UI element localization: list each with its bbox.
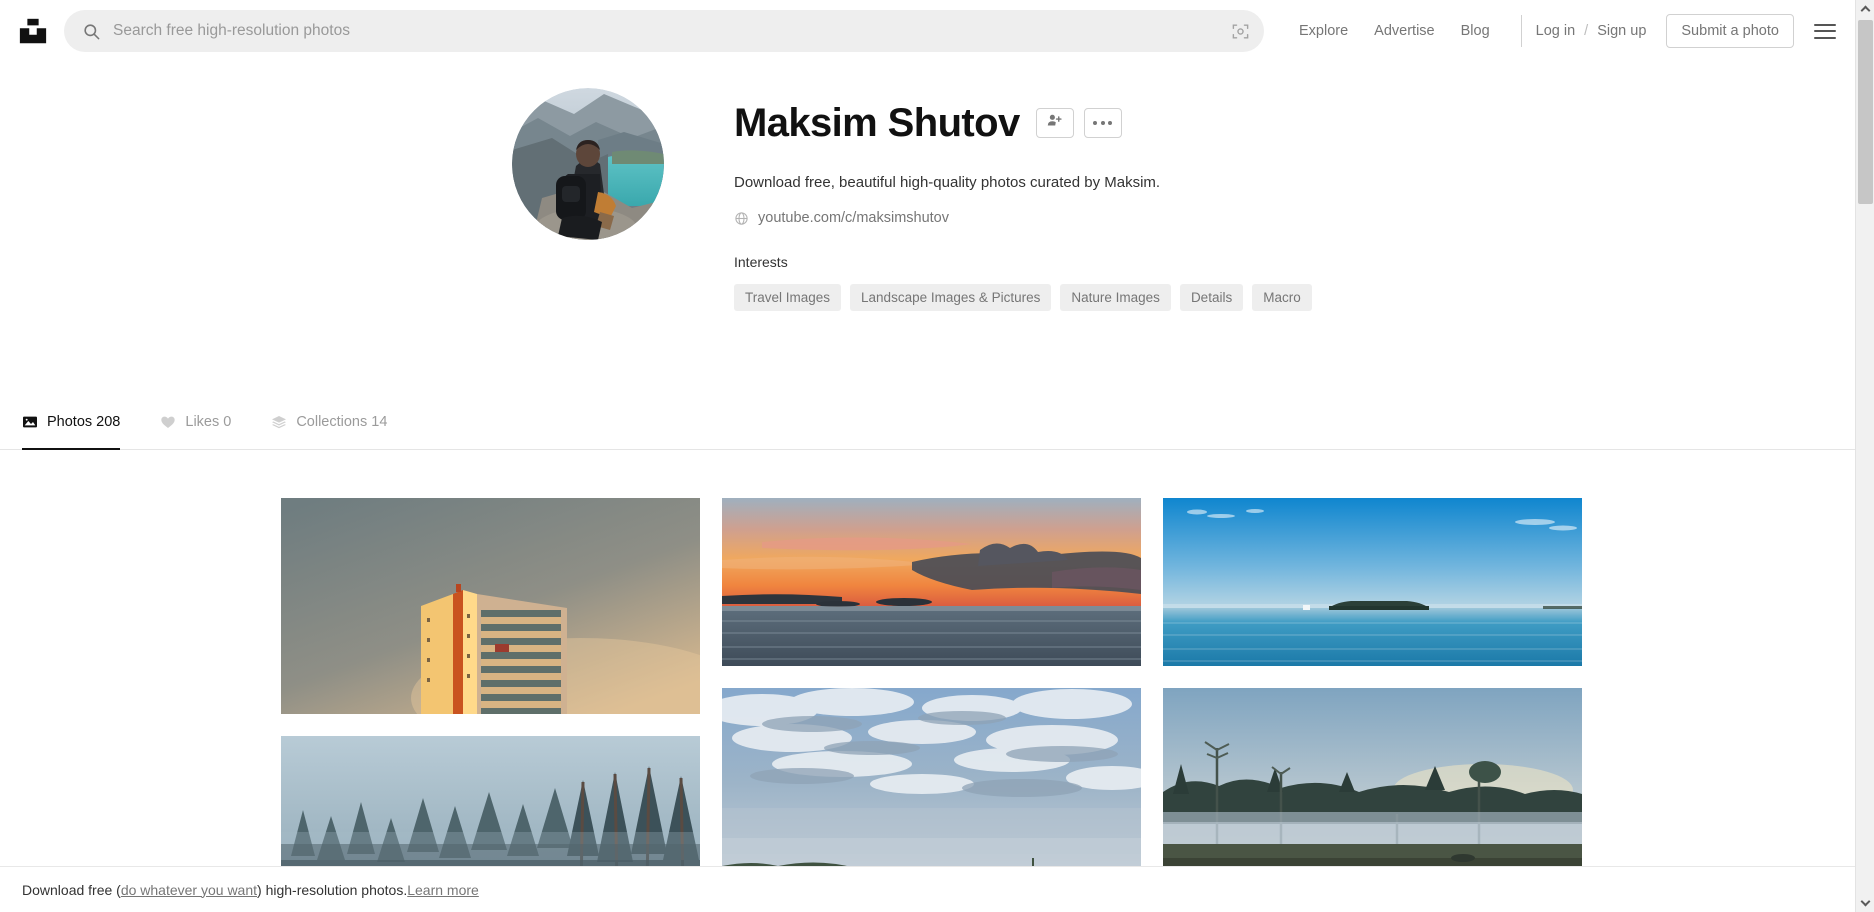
site-header: Explore Advertise Blog Log in / Sign up … <box>0 0 1855 62</box>
interests-label: Interests <box>734 254 788 270</box>
photo-icon <box>22 414 38 430</box>
photo-blue-sea-with-small-island[interactable] <box>1163 498 1582 666</box>
photo-cloudy-sky-over-treeline[interactable] <box>722 688 1141 878</box>
search-icon <box>82 22 101 41</box>
hamburger-menu-icon[interactable] <box>1813 23 1836 39</box>
avatar[interactable] <box>512 88 664 240</box>
tab-photos[interactable]: Photos 208 <box>22 398 121 450</box>
signup-link[interactable]: Sign up <box>1597 23 1646 39</box>
photo-highrise-building-at-sunset[interactable] <box>281 498 700 714</box>
interest-tag[interactable]: Travel Images <box>734 284 842 311</box>
scrollbar-thumb[interactable] <box>1858 20 1873 204</box>
unsplash-profile-page: Explore Advertise Blog Log in / Sign up … <box>0 0 1874 912</box>
profile-name-row: Maksim Shutov <box>734 102 1312 144</box>
nav-explore[interactable]: Explore <box>1299 23 1348 39</box>
follow-button[interactable] <box>1035 108 1074 138</box>
login-link[interactable]: Log in <box>1536 23 1576 39</box>
nav-blog[interactable]: Blog <box>1461 23 1490 39</box>
nav-advertise[interactable]: Advertise <box>1374 23 1434 39</box>
search-bar[interactable] <box>64 10 1264 52</box>
photo-orange-sunset-over-sea[interactable] <box>722 498 1141 666</box>
header-divider <box>1520 15 1522 47</box>
photo-column <box>722 498 1141 888</box>
primary-nav: Explore Advertise Blog <box>1286 23 1503 39</box>
page-title: Maksim Shutov <box>734 101 1020 145</box>
auth-separator: / <box>1584 23 1589 39</box>
download-free-banner: Download free (do whatever you want) hig… <box>0 866 1855 912</box>
interest-tag[interactable]: Nature Images <box>1060 284 1171 311</box>
submit-a-photo-button[interactable]: Submit a photo <box>1666 14 1794 48</box>
banner-license-link[interactable]: do whatever you want <box>121 882 257 898</box>
interest-tag[interactable]: Landscape Images & Pictures <box>850 284 1052 311</box>
profile-tabs: Photos 208 Likes 0 Collections 14 <box>0 398 1855 450</box>
banner-middle: ) high-resolution photos. <box>257 881 408 898</box>
scroll-down-arrow-icon[interactable] <box>1856 894 1874 912</box>
tab-collections-label: Collections 14 <box>296 414 388 430</box>
auth-area: Log in / Sign up Submit a photo <box>1536 14 1836 48</box>
profile-bio: Download free, beautiful high-quality ph… <box>734 174 1161 191</box>
interests-tag-list: Travel Images Landscape Images & Picture… <box>734 284 1312 311</box>
banner-prefix: Download free ( <box>22 881 121 898</box>
tab-likes[interactable]: Likes 0 <box>160 398 231 450</box>
globe-icon <box>734 211 749 226</box>
photo-foggy-meadow-at-dusk[interactable] <box>1163 688 1582 878</box>
scroll-up-arrow-icon[interactable] <box>1856 0 1874 18</box>
heart-icon <box>160 414 176 430</box>
profile-link-row: youtube.com/c/maksimshutov <box>734 210 1312 226</box>
visual-search-icon[interactable] <box>1231 22 1250 41</box>
collections-icon <box>271 414 287 430</box>
ellipsis-icon <box>1093 121 1113 125</box>
unsplash-logo-icon[interactable] <box>16 14 50 48</box>
tab-photos-label: Photos 208 <box>47 414 121 430</box>
banner-learn-more-link[interactable]: Learn more <box>407 882 479 898</box>
tab-collections[interactable]: Collections 14 <box>271 398 387 450</box>
add-user-icon <box>1046 112 1063 134</box>
interest-tag[interactable]: Macro <box>1252 284 1312 311</box>
photo-column <box>281 498 700 888</box>
more-options-button[interactable] <box>1083 108 1122 138</box>
search-input[interactable] <box>113 22 1231 40</box>
profile-info: Maksim Shutov Download free, beautiful h… <box>734 88 1312 311</box>
photo-column <box>1163 498 1582 888</box>
photo-grid <box>281 498 1584 888</box>
profile-header: Maksim Shutov Download free, beautiful h… <box>0 88 1855 311</box>
interest-tag[interactable]: Details <box>1179 284 1244 311</box>
page-scrollbar[interactable] <box>1855 0 1874 912</box>
tab-likes-label: Likes 0 <box>185 414 232 430</box>
profile-external-link[interactable]: youtube.com/c/maksimshutov <box>758 210 949 226</box>
